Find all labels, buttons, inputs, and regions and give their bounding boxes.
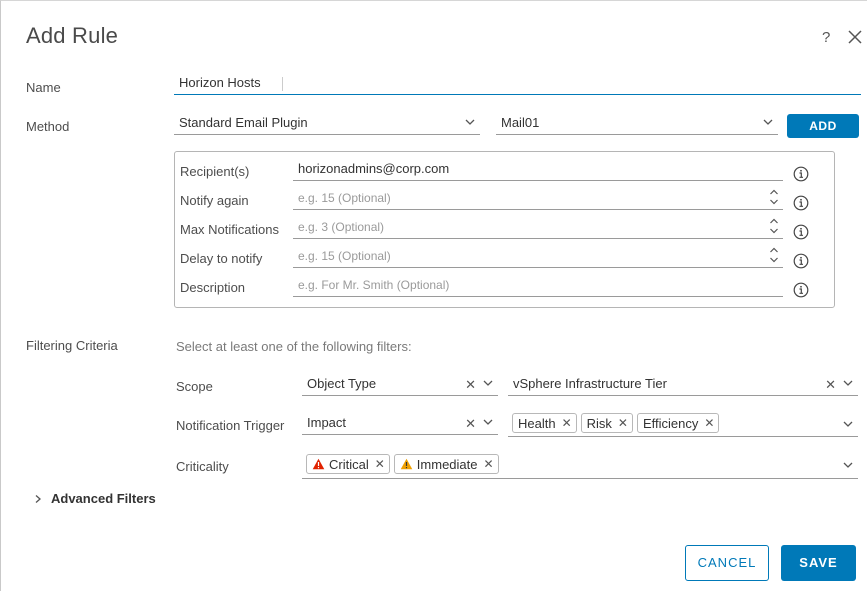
info-icon[interactable]: [793, 253, 809, 269]
recipients-input[interactable]: horizonadmins@corp.com: [293, 159, 783, 181]
delay-placeholder: e.g. 15 (Optional): [298, 249, 391, 263]
trigger-tag: Health ✕: [512, 413, 577, 433]
max-notifications-label: Max Notifications: [180, 222, 279, 237]
description-input[interactable]: e.g. For Mr. Smith (Optional): [293, 275, 783, 297]
notify-again-input[interactable]: e.g. 15 (Optional): [293, 188, 783, 210]
immediate-warning-icon: [400, 458, 413, 470]
chevron-down-icon: [842, 418, 854, 430]
add-button[interactable]: ADD: [787, 114, 859, 138]
scope-type-value: Object Type: [307, 376, 377, 391]
number-spinner-icon[interactable]: [769, 245, 779, 265]
clear-icon[interactable]: ✕: [825, 375, 836, 395]
criticality-tag-critical: Critical ✕: [306, 454, 390, 474]
filtering-hint: Select at least one of the following fil…: [176, 339, 412, 354]
trigger-type-select[interactable]: Impact ✕: [302, 413, 498, 435]
trigger-tag: Risk ✕: [580, 413, 633, 433]
name-input-value: Horizon Hosts: [179, 75, 261, 90]
max-notifications-input[interactable]: e.g. 3 (Optional): [293, 217, 783, 239]
chevron-down-icon: [482, 416, 494, 428]
info-icon[interactable]: [793, 224, 809, 240]
clear-icon[interactable]: ✕: [465, 414, 476, 434]
scope-label: Scope: [176, 379, 213, 394]
scope-type-select[interactable]: Object Type ✕: [302, 374, 498, 396]
criticality-select[interactable]: Critical ✕ Immediate ✕: [302, 453, 858, 479]
add-rule-dialog: Add Rule ? Name Horizon Hosts Method Sta…: [0, 0, 867, 591]
tag-remove-icon[interactable]: ✕: [484, 457, 494, 471]
trigger-tag: Efficiency ✕: [636, 413, 720, 433]
scope-value-select[interactable]: vSphere Infrastructure Tier ✕: [508, 374, 858, 396]
info-icon[interactable]: [793, 282, 809, 298]
cancel-button[interactable]: CANCEL: [685, 545, 769, 581]
trigger-type-value: Impact: [307, 415, 347, 430]
trigger-tag-label: Efficiency: [642, 415, 699, 431]
delay-input[interactable]: e.g. 15 (Optional): [293, 246, 783, 268]
description-label: Description: [180, 280, 246, 295]
dialog-title: Add Rule: [26, 23, 119, 48]
chevron-down-icon: [762, 116, 774, 128]
notify-again-placeholder: e.g. 15 (Optional): [298, 191, 391, 205]
scope-value: vSphere Infrastructure Tier: [513, 376, 667, 391]
number-spinner-icon[interactable]: [769, 216, 779, 236]
trigger-tag-label: Health: [518, 415, 556, 431]
max-notifications-placeholder: e.g. 3 (Optional): [298, 220, 385, 234]
filtering-criteria-label: Filtering Criteria: [26, 338, 118, 353]
tag-remove-icon[interactable]: ✕: [562, 416, 572, 430]
text-cursor: [282, 76, 284, 91]
info-icon[interactable]: [793, 166, 809, 182]
clear-icon[interactable]: ✕: [465, 375, 476, 395]
trigger-values-select[interactable]: Health ✕ Risk ✕ Efficiency ✕: [508, 412, 858, 437]
save-button[interactable]: SAVE: [781, 545, 856, 581]
chevron-right-icon: [34, 494, 42, 504]
criticality-tag-label: Critical: [329, 456, 369, 472]
recipients-label: Recipient(s): [180, 164, 250, 179]
name-label: Name: [26, 80, 61, 95]
help-icon[interactable]: ?: [822, 29, 830, 46]
description-placeholder: e.g. For Mr. Smith (Optional): [298, 278, 450, 292]
advanced-filters-toggle[interactable]: Advanced Filters: [34, 491, 156, 506]
close-icon[interactable]: [848, 30, 862, 48]
chevron-down-icon: [842, 459, 854, 471]
tag-remove-icon[interactable]: ✕: [618, 416, 628, 430]
method-plugin-value: Standard Email Plugin: [179, 115, 308, 130]
method-instance-value: Mail01: [501, 115, 540, 130]
number-spinner-icon[interactable]: [769, 187, 779, 207]
tag-remove-icon[interactable]: ✕: [704, 416, 714, 430]
critical-warning-icon: [312, 458, 325, 470]
chevron-down-icon: [464, 116, 476, 128]
criticality-label: Criticality: [176, 459, 229, 474]
criticality-tag-label: Immediate: [416, 456, 478, 472]
chevron-down-icon: [842, 377, 854, 389]
notify-again-label: Notify again: [180, 193, 249, 208]
advanced-filters-label: Advanced Filters: [51, 491, 156, 506]
notification-trigger-label: Notification Trigger: [176, 418, 285, 433]
name-input[interactable]: Horizon Hosts: [174, 73, 861, 95]
chevron-down-icon: [482, 377, 494, 389]
trigger-tag-label: Risk: [586, 415, 612, 431]
info-icon[interactable]: [793, 195, 809, 211]
delay-label: Delay to notify: [180, 251, 263, 266]
method-label: Method: [26, 119, 70, 134]
tag-remove-icon[interactable]: ✕: [375, 457, 385, 471]
method-instance-select[interactable]: Mail01: [496, 113, 778, 135]
method-plugin-select[interactable]: Standard Email Plugin: [174, 113, 480, 135]
recipients-value: horizonadmins@corp.com: [298, 161, 450, 176]
criticality-tag-immediate: Immediate ✕: [393, 454, 499, 474]
